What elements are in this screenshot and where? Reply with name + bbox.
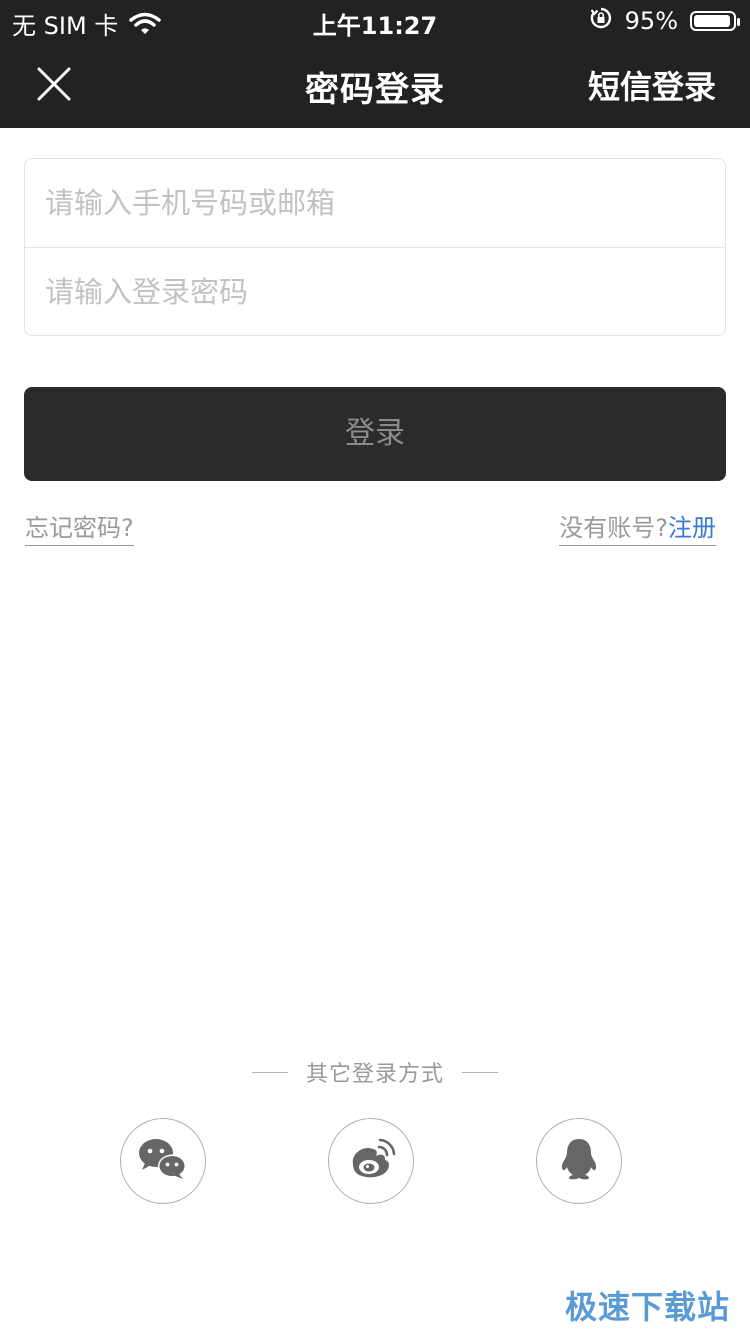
other-login-header: 其它登录方式	[0, 1056, 750, 1088]
status-right: 95%	[589, 6, 740, 36]
forgot-password-link[interactable]: 忘记密码?	[25, 508, 134, 546]
watermark: 极速下载站	[564, 1288, 730, 1326]
qq-login-button[interactable]	[536, 1118, 622, 1204]
header: 无 SIM 卡 上午11:27 95% 密码登录 短信登录	[0, 0, 750, 128]
phone-email-input[interactable]	[25, 159, 725, 247]
divider-line-right	[462, 1071, 498, 1073]
nav-bar: 密码登录 短信登录	[0, 40, 750, 128]
password-input[interactable]	[25, 248, 725, 335]
battery-fill	[694, 15, 730, 27]
battery-icon	[690, 11, 740, 31]
weibo-login-button[interactable]	[328, 1118, 414, 1204]
weibo-icon	[345, 1137, 397, 1185]
register-link[interactable]: 注册	[668, 514, 716, 542]
login-form	[24, 158, 726, 336]
divider-line-left	[251, 1071, 288, 1073]
login-button[interactable]: 登录	[24, 387, 726, 481]
orientation-lock-icon	[589, 6, 613, 36]
other-login-title: 其它登录方式	[305, 1062, 444, 1087]
battery-percent: 95%	[624, 7, 678, 35]
status-bar: 无 SIM 卡 上午11:27 95%	[0, 0, 750, 40]
wechat-icon	[137, 1137, 189, 1185]
register-prompt: 没有账号?	[559, 514, 668, 542]
wechat-login-button[interactable]	[120, 1118, 206, 1204]
qq-icon	[557, 1136, 601, 1186]
register-row: 没有账号?注册	[559, 508, 716, 546]
sms-login-button[interactable]: 短信登录	[588, 62, 716, 108]
